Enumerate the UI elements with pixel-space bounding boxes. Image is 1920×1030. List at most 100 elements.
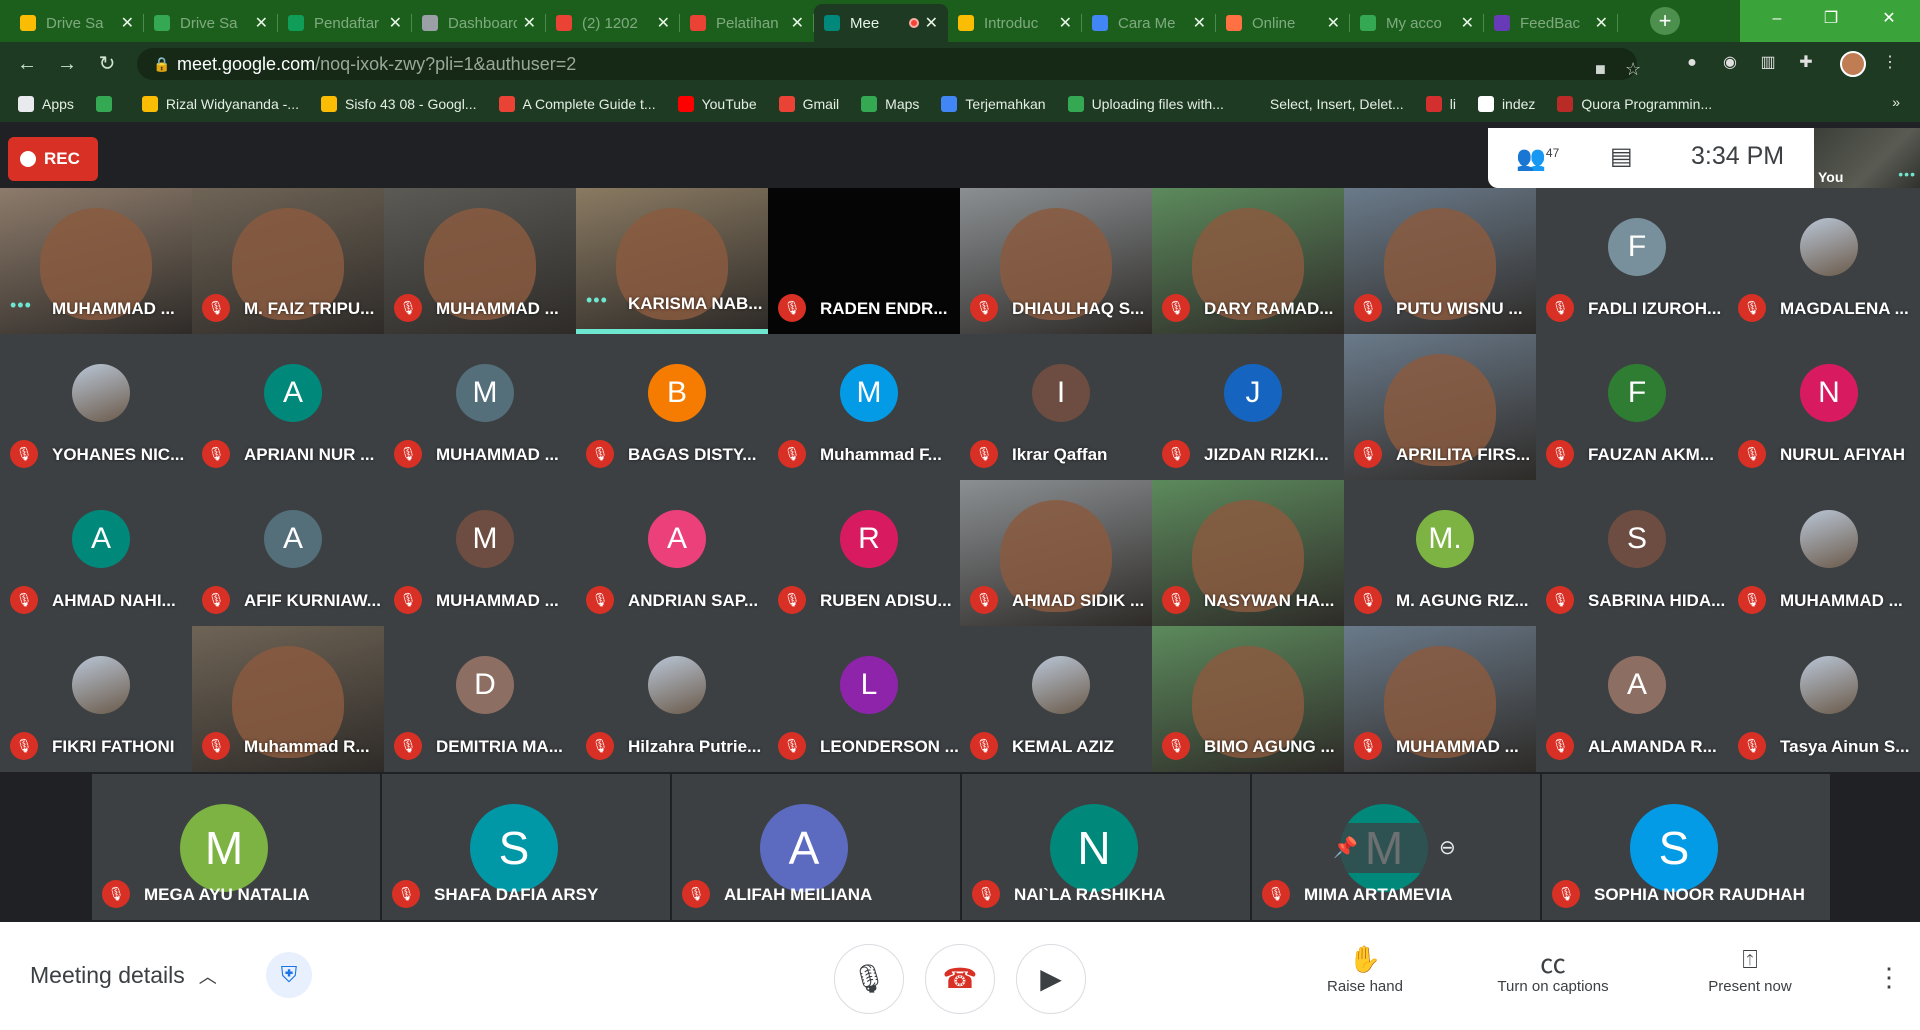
bookmark-item[interactable]: Gmail — [778, 96, 839, 112]
participant-tile[interactable]: 🎙 PUTU WISNU ... — [1344, 188, 1536, 334]
close-tab-icon[interactable]: ✕ — [523, 13, 536, 33]
participant-tile[interactable]: A 🎙 ANDRIAN SAP... — [576, 480, 768, 626]
audio-extension-icon[interactable]: ▥ — [1758, 53, 1778, 73]
participant-tile[interactable]: A 🎙 ALIFAH MEILIANA — [672, 774, 960, 920]
back-icon[interactable]: ← — [14, 51, 40, 77]
close-tab-icon[interactable]: ✕ — [791, 13, 804, 33]
participant-tile[interactable]: 🎙 RADEN ENDR... — [768, 188, 960, 334]
close-tab-icon[interactable]: ✕ — [121, 13, 134, 33]
close-tab-icon[interactable]: ✕ — [1595, 13, 1608, 33]
participant-tile[interactable]: ••• MUHAMMAD ... — [0, 188, 192, 334]
participant-tile[interactable]: 🎙 APRILITA FIRS... — [1344, 334, 1536, 480]
participant-tile[interactable]: I 🎙 Ikrar Qaffan — [960, 334, 1152, 480]
participant-tile[interactable]: 🎙 BIMO AGUNG ... — [1152, 626, 1344, 772]
participant-tile[interactable]: 🎙 DARY RAMAD... — [1152, 188, 1344, 334]
participant-tile[interactable]: 🎙 Tasya Ainun S... — [1728, 626, 1920, 772]
participant-tile[interactable]: A 🎙 AFIF KURNIAW... — [192, 480, 384, 626]
participant-tile[interactable]: N 🎙 NAI`LA RASHIKHA — [962, 774, 1250, 920]
participant-tile[interactable]: N 🎙 NURUL AFIYAH — [1728, 334, 1920, 480]
leave-call-button[interactable]: ☎ — [925, 944, 995, 1014]
bookmark-item[interactable]: Uploading files with... — [1067, 96, 1224, 112]
participant-tile[interactable]: S 🎙 SABRINA HIDA... — [1536, 480, 1728, 626]
participant-tile[interactable]: 🎙 MUHAMMAD ... — [384, 188, 576, 334]
bookmark-item[interactable]: Quora Programmin... — [1557, 96, 1712, 112]
participant-tile[interactable]: M 🎙 Muhammad F... — [768, 334, 960, 480]
profile-avatar[interactable] — [1840, 51, 1866, 77]
chat-icon[interactable]: ▤ — [1610, 142, 1633, 171]
camera-toggle-button[interactable]: ▶ — [1016, 944, 1086, 1014]
bookmark-item[interactable]: li — [1425, 96, 1456, 112]
screenshot-extension-icon[interactable]: ◉ — [1720, 53, 1740, 73]
close-tab-icon[interactable]: ✕ — [657, 13, 670, 33]
close-tab-icon[interactable]: ✕ — [255, 13, 268, 33]
host-controls-shield-icon[interactable]: ⛨ — [266, 952, 312, 998]
participant-tile[interactable]: M 🎙 MUHAMMAD ... — [384, 480, 576, 626]
browser-tab[interactable]: My acco ✕ — [1350, 4, 1484, 42]
participant-tile[interactable]: B 🎙 BAGAS DISTY... — [576, 334, 768, 480]
bookmark-item[interactable]: Maps — [861, 96, 919, 112]
meeting-details-button[interactable]: Meeting details ︿ — [30, 962, 217, 989]
minimize-button[interactable]: – — [1750, 0, 1804, 38]
browser-tab[interactable]: Pelatihan ✕ — [680, 4, 814, 42]
browser-tab[interactable]: Pendaftar ✕ — [278, 4, 412, 42]
participant-tile[interactable]: ••• KARISMA NAB... — [576, 188, 768, 334]
browser-tab[interactable]: Cara Me ✕ — [1082, 4, 1216, 42]
bookmark-item[interactable]: indez — [1477, 96, 1535, 112]
participant-tile[interactable]: A 🎙 ALAMANDA R... — [1536, 626, 1728, 772]
participant-tile[interactable]: 🎙 NASYWAN HA... — [1152, 480, 1344, 626]
close-tab-icon[interactable]: ✕ — [1193, 13, 1206, 33]
participant-tile[interactable]: A 🎙 AHMAD NAHI... — [0, 480, 192, 626]
participant-tile[interactable]: 🎙 DHIAULHAQ S... — [960, 188, 1152, 334]
new-tab-button[interactable]: + — [1650, 7, 1680, 35]
participant-tile[interactable]: 🎙 YOHANES NIC... — [0, 334, 192, 480]
camera-in-use-icon[interactable]: ■ — [1595, 53, 1606, 85]
bookmark-item[interactable]: Sisfo 43 08 - Googl... — [320, 96, 477, 112]
remove-icon[interactable]: ⊖ — [1439, 835, 1456, 860]
pin-icon[interactable]: 📌 — [1333, 835, 1358, 860]
participant-tile[interactable]: 🎙 Muhammad R... — [192, 626, 384, 772]
participant-tile[interactable]: M 🎙 MEGA AYU NATALIA — [92, 774, 380, 920]
participant-tile[interactable]: 🎙 MUHAMMAD ... — [1344, 626, 1536, 772]
participant-tile[interactable]: S 🎙 SOPHIA NOOR RAUDHAH — [1542, 774, 1830, 920]
participant-tile[interactable]: 🎙 Hilzahra Putrie... — [576, 626, 768, 772]
close-tab-icon[interactable]: ✕ — [1059, 13, 1072, 33]
close-tab-icon[interactable]: ✕ — [389, 13, 402, 33]
participant-tile[interactable]: 🎙 MUHAMMAD ... — [1728, 480, 1920, 626]
reload-icon[interactable]: ↻ — [94, 51, 120, 77]
address-bar[interactable]: 🔒 meet.google.com/noq-ixok-zwy?pli=1&aut… — [137, 48, 1641, 80]
extension-icon[interactable]: ● — [1682, 53, 1702, 73]
bookmarks-overflow-icon[interactable]: » — [1892, 94, 1900, 110]
participant-tile[interactable]: 🎙 M. FAIZ TRIPU... — [192, 188, 384, 334]
participant-tile[interactable]: 🎙 MAGDALENA ... — [1728, 188, 1920, 334]
extensions-puzzle-icon[interactable]: ✚ — [1796, 53, 1816, 73]
participant-tile[interactable]: F 🎙 FAUZAN AKM... — [1536, 334, 1728, 480]
bookmark-item[interactable]: Rizal Widyananda -... — [141, 96, 299, 112]
participant-tile[interactable]: 🎙 FIKRI FATHONI — [0, 626, 192, 772]
participant-tile[interactable]: D 🎙 DEMITRIA MA... — [384, 626, 576, 772]
participant-tile[interactable]: J 🎙 JIZDAN RIZKI... — [1152, 334, 1344, 480]
close-tab-icon[interactable]: ✕ — [1327, 13, 1340, 33]
bookmark-item[interactable]: Terjemahkan — [941, 96, 1046, 112]
participant-tile[interactable]: F 🎙 FADLI IZUROH... — [1536, 188, 1728, 334]
participant-tile[interactable]: M. 🎙 M. AGUNG RIZ... — [1344, 480, 1536, 626]
bookmark-item[interactable]: A Complete Guide t... — [498, 96, 656, 112]
participant-tile[interactable]: M 🎙 MUHAMMAD ... — [384, 334, 576, 480]
participant-tile[interactable]: A 🎙 APRIANI NUR ... — [192, 334, 384, 480]
raise-hand-button[interactable]: ✋ Raise hand — [1275, 944, 1455, 995]
bookmark-item[interactable]: Select, Insert, Delet... — [1245, 96, 1404, 112]
browser-tab[interactable]: Drive Sa ✕ — [144, 4, 278, 42]
bookmark-item[interactable] — [95, 96, 120, 112]
more-options-icon[interactable]: ⋮ — [1876, 962, 1902, 993]
bookmark-item[interactable]: YouTube — [677, 96, 757, 112]
captions-button[interactable]: ㏄ Turn on captions — [1463, 944, 1643, 995]
people-button[interactable]: 👥47 — [1516, 144, 1559, 173]
browser-tab[interactable]: Dashboard ✕ — [412, 4, 546, 42]
forward-icon[interactable]: → — [54, 51, 80, 77]
browser-tab[interactable]: (2) 1202 ✕ — [546, 4, 680, 42]
browser-tab[interactable]: Online ✕ — [1216, 4, 1350, 42]
participant-tile[interactable]: S 🎙 SHAFA DAFIA ARSY — [382, 774, 670, 920]
participant-tile[interactable]: 🎙 KEMAL AZIZ — [960, 626, 1152, 772]
microphone-toggle-button[interactable]: 🎙 — [834, 944, 904, 1014]
maximize-button[interactable]: ❐ — [1804, 0, 1858, 38]
browser-menu-icon[interactable]: ⋮ — [1880, 53, 1900, 73]
